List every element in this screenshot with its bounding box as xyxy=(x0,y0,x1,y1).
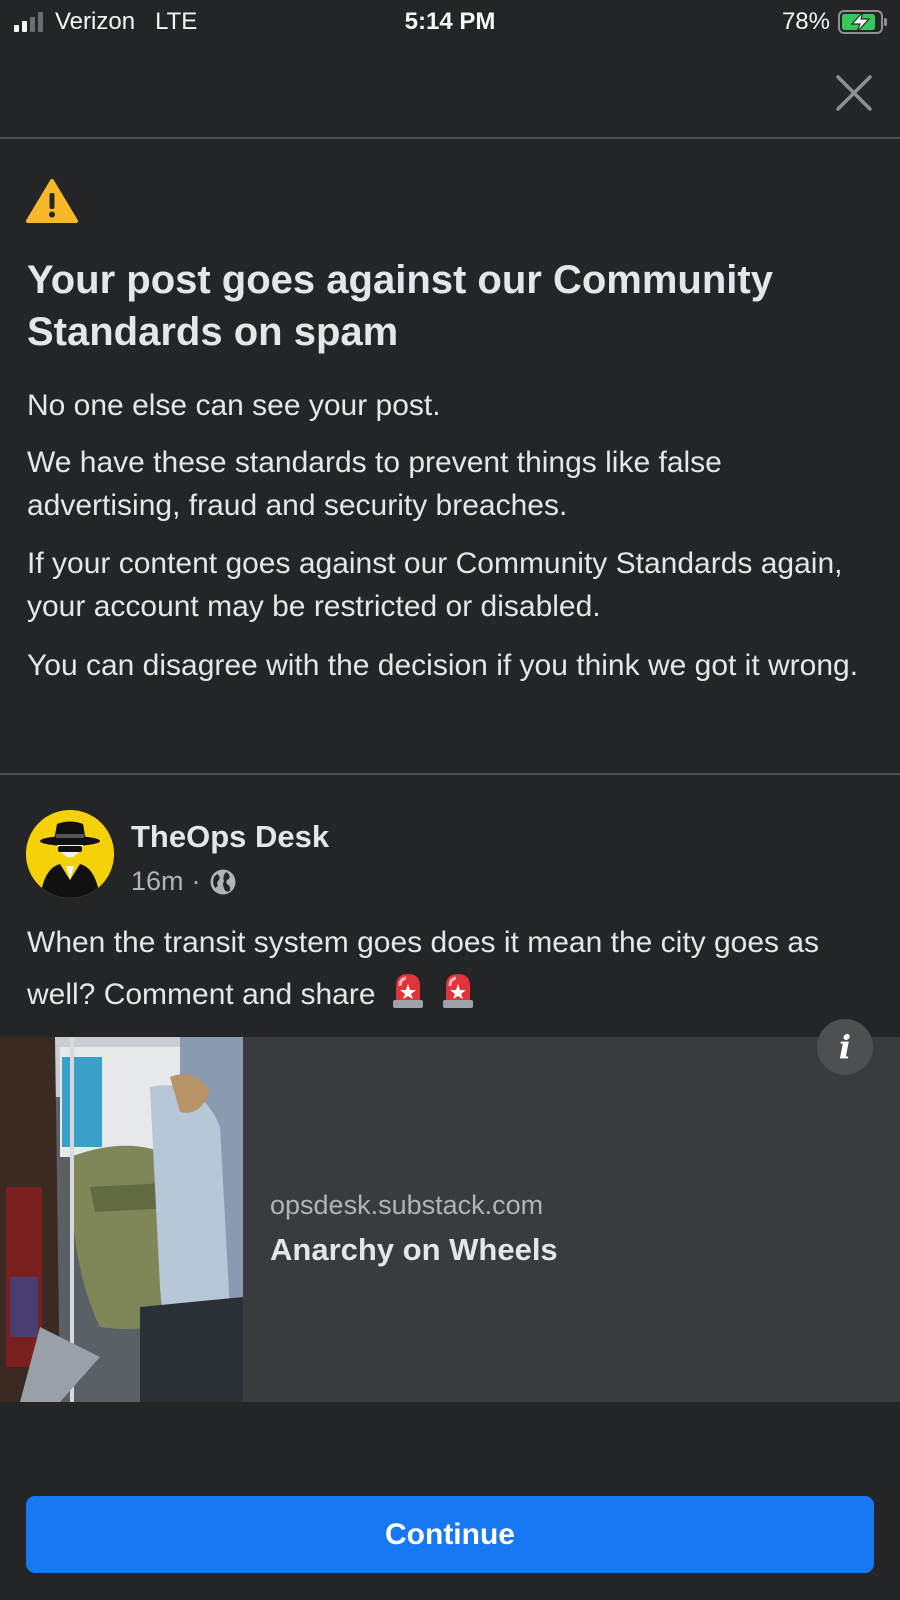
siren-icon xyxy=(392,974,423,1008)
link-title[interactable]: Anarchy on Wheels xyxy=(270,1232,558,1268)
spy-logo-icon xyxy=(26,810,114,898)
avatar[interactable] xyxy=(26,810,114,898)
notice-paragraph: If your content goes against our Communi… xyxy=(27,547,843,623)
continue-button[interactable]: Continue xyxy=(26,1496,874,1573)
close-icon[interactable] xyxy=(834,73,874,113)
notice-title: Your post goes against our Community Sta… xyxy=(27,258,773,354)
warning-icon xyxy=(26,179,78,223)
info-icon[interactable]: i xyxy=(817,1019,873,1075)
battery-percent: 78% xyxy=(781,8,830,35)
modal-header xyxy=(0,46,900,139)
link-domain: opsdesk.substack.com xyxy=(270,1190,544,1220)
notice-paragraph: You can disagree with the decision if yo… xyxy=(27,649,859,682)
section-divider xyxy=(0,773,900,775)
battery-charging-icon xyxy=(838,10,887,34)
notice-paragraph: No one else can see your post. xyxy=(27,389,441,422)
status-right: 78% xyxy=(782,8,888,36)
meta-separator: · xyxy=(191,866,201,896)
clock: 5:14 PM xyxy=(404,8,496,35)
globe-icon xyxy=(210,869,236,894)
notice-paragraph: We have these standards to prevent thing… xyxy=(27,446,722,522)
post-meta: 16m · xyxy=(131,866,237,897)
post-text: When the transit system goes does it mea… xyxy=(27,917,887,1021)
post-author[interactable]: TheOps Desk xyxy=(131,819,329,855)
link-thumbnail xyxy=(0,1037,243,1402)
siren-icon xyxy=(443,974,474,1008)
post-time: 16m xyxy=(131,866,184,896)
status-bar: Verizon LTE 5:14 PM 78% xyxy=(0,0,900,46)
